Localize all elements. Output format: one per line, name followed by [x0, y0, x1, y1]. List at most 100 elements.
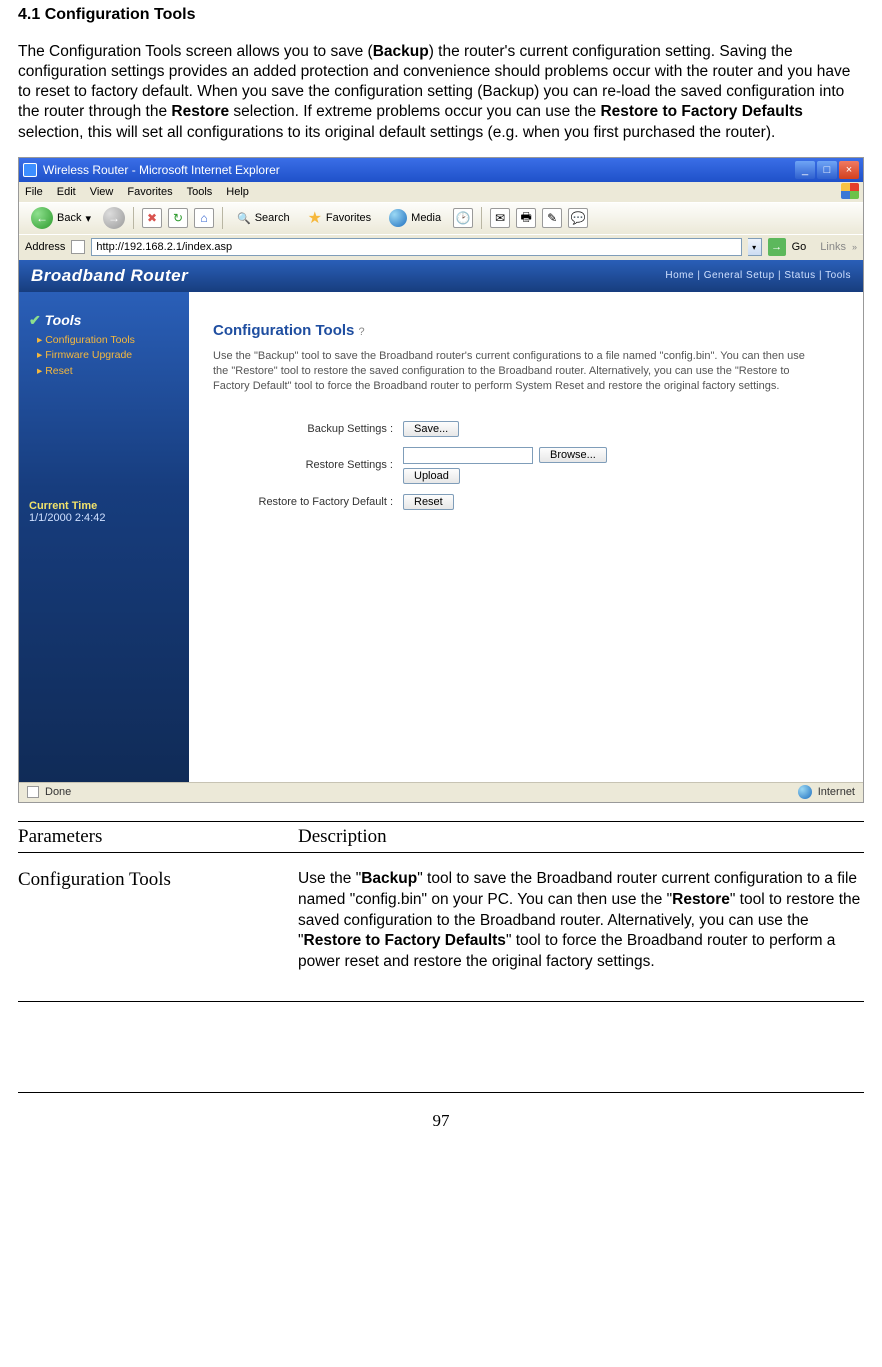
sidebar: Tools Configuration Tools Firmware Upgra…	[19, 292, 189, 782]
minimize-button[interactable]: _	[795, 161, 815, 179]
media-label: Media	[411, 212, 441, 224]
star-icon: ★	[308, 208, 322, 228]
internet-zone-icon	[798, 785, 812, 799]
discuss-button[interactable]: 💬	[568, 208, 588, 228]
intro-text-4: selection, this will set all configurati…	[18, 124, 775, 141]
footer-rule	[18, 1092, 864, 1093]
intro-bold-restore: Restore	[171, 103, 229, 120]
page-icon	[71, 240, 85, 254]
address-bar: Address ▾ → Go Links »	[19, 234, 863, 260]
back-icon: ←	[31, 207, 53, 229]
search-button[interactable]: 🔍 Search	[231, 210, 296, 227]
restore-label: Restore Settings :	[213, 459, 403, 471]
close-button[interactable]: ×	[839, 161, 859, 179]
backup-label: Backup Settings :	[213, 423, 403, 435]
sidebar-item-config-tools[interactable]: Configuration Tools	[37, 333, 179, 349]
panel-description: Use the "Backup" tool to save the Broadb…	[213, 349, 813, 395]
back-dropdown-icon: ▾	[85, 212, 91, 225]
sidebar-item-reset[interactable]: Reset	[37, 364, 179, 380]
home-button[interactable]: ⌂	[194, 208, 214, 228]
go-button[interactable]: →	[768, 238, 786, 256]
table-row: Configuration Tools Use the "Backup" too…	[18, 853, 864, 1002]
favorites-label: Favorites	[326, 212, 371, 224]
intro-paragraph: The Configuration Tools screen allows yo…	[18, 42, 864, 143]
edit-button[interactable]: ✎	[542, 208, 562, 228]
restore-file-input[interactable]	[403, 447, 533, 464]
toolbar-sep	[133, 207, 134, 229]
toolbar-sep3	[481, 207, 482, 229]
section-heading: 4.1 Configuration Tools	[18, 6, 864, 24]
address-input[interactable]	[91, 238, 741, 256]
desc-bold-restore: Restore	[672, 891, 730, 908]
back-button[interactable]: ← Back ▾	[25, 205, 97, 231]
current-time-label: Current Time	[29, 500, 179, 512]
factory-label: Restore to Factory Default :	[213, 496, 403, 508]
router-body: Tools Configuration Tools Firmware Upgra…	[19, 292, 863, 782]
screenshot-window: Wireless Router - Microsoft Internet Exp…	[18, 157, 864, 803]
browser-menubar: File Edit View Favorites Tools Help	[19, 182, 863, 202]
intro-text-3: selection. If extreme problems occur you…	[229, 103, 600, 120]
menu-edit[interactable]: Edit	[57, 186, 76, 198]
help-icon[interactable]: ?	[359, 326, 365, 338]
panel-title: Configuration Tools ?	[213, 322, 839, 339]
menu-file[interactable]: File	[25, 186, 43, 198]
search-label: Search	[255, 212, 290, 224]
router-header: Broadband Router Home | General Setup | …	[19, 260, 863, 292]
forward-button[interactable]: →	[103, 207, 125, 229]
desc-bold-r2fd: Restore to Factory Defaults	[304, 932, 506, 949]
sidebar-section-tools[interactable]: Tools	[29, 312, 179, 329]
row-backup: Backup Settings : Save...	[213, 421, 839, 437]
intro-bold-r2fd: Restore to Factory Defaults	[600, 103, 802, 120]
browser-toolbar: ← Back ▾ → ✖ ↻ ⌂ 🔍 Search ★ Favorites Me…	[19, 202, 863, 234]
param-name: Configuration Tools	[18, 869, 298, 974]
window-buttons: _ □ ×	[795, 161, 859, 179]
menu-help[interactable]: Help	[226, 186, 249, 198]
col-parameters: Parameters	[18, 826, 298, 848]
back-label: Back	[57, 212, 81, 224]
sidebar-item-firmware[interactable]: Firmware Upgrade	[37, 348, 179, 364]
mail-button[interactable]: ✉	[490, 208, 510, 228]
panel-title-text: Configuration Tools	[213, 322, 354, 339]
browse-button[interactable]: Browse...	[539, 447, 607, 463]
router-nav-links[interactable]: Home | General Setup | Status | Tools	[665, 270, 851, 281]
menu-favorites[interactable]: Favorites	[127, 186, 172, 198]
status-done: Done	[45, 786, 71, 798]
history-button[interactable]: 🕑	[453, 208, 473, 228]
page-done-icon	[27, 786, 39, 798]
search-icon: 🔍	[237, 212, 251, 225]
window-titlebar: Wireless Router - Microsoft Internet Exp…	[19, 158, 863, 182]
links-chevron-icon: »	[852, 242, 857, 252]
go-label: Go	[792, 241, 807, 253]
maximize-button[interactable]: □	[817, 161, 837, 179]
sidebar-list: Configuration Tools Firmware Upgrade Res…	[37, 333, 179, 380]
current-time-value: 1/1/2000 2:4:42	[29, 512, 179, 524]
reset-button[interactable]: Reset	[403, 494, 454, 510]
ie-icon	[23, 163, 37, 177]
links-label[interactable]: Links	[820, 241, 846, 253]
refresh-button[interactable]: ↻	[168, 208, 188, 228]
favorites-button[interactable]: ★ Favorites	[302, 206, 378, 230]
save-button[interactable]: Save...	[403, 421, 459, 437]
desc-text-1: Use the "	[298, 870, 361, 887]
content-panel: Configuration Tools ? Use the "Backup" t…	[189, 292, 863, 782]
router-brand: Broadband Router	[31, 266, 188, 286]
upload-button[interactable]: Upload	[403, 468, 460, 484]
row-restore: Restore Settings : Browse... Upload	[213, 447, 839, 484]
parameters-table: Parameters Description Configuration Too…	[18, 821, 864, 1003]
window-title: Wireless Router - Microsoft Internet Exp…	[43, 163, 280, 177]
media-button[interactable]: Media	[383, 207, 447, 229]
desc-bold-backup: Backup	[361, 870, 417, 887]
print-button[interactable]: 🖶	[516, 208, 536, 228]
menu-tools[interactable]: Tools	[187, 186, 213, 198]
toolbar-sep2	[222, 207, 223, 229]
windows-flag-icon	[841, 183, 859, 199]
status-zone: Internet	[818, 786, 855, 798]
status-bar: Done Internet	[19, 782, 863, 802]
intro-text-1: The Configuration Tools screen allows yo…	[18, 43, 373, 60]
col-description: Description	[298, 826, 864, 848]
address-dropdown-icon[interactable]: ▾	[748, 238, 762, 256]
page-number: 97	[18, 1111, 864, 1131]
menu-view[interactable]: View	[90, 186, 114, 198]
stop-button[interactable]: ✖	[142, 208, 162, 228]
table-header: Parameters Description	[18, 822, 864, 853]
